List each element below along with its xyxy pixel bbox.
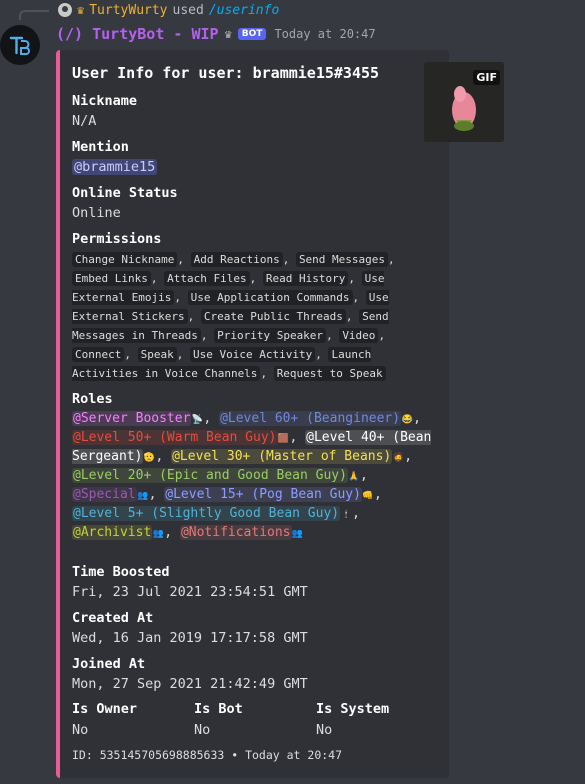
field-name-is-system: Is System xyxy=(316,701,390,717)
field-value-online-status: Online xyxy=(72,205,121,221)
reply-context[interactable]: ♛ TurtyWurty used /userinfo xyxy=(58,1,279,19)
field-value-is-system: No xyxy=(316,722,333,738)
permission-item: Request to Speak xyxy=(273,366,386,381)
crown-icon: ♛ xyxy=(77,3,85,17)
field-value-time-boosted: Fri, 23 Jul 2021 23:54:51 GMT xyxy=(72,584,308,600)
role-emoji-icon: 😂 xyxy=(401,415,413,425)
permission-item: Send Messages xyxy=(295,252,389,267)
role-emoji-icon: 👥 xyxy=(291,529,304,539)
field-name-created-at: Created At xyxy=(72,610,154,626)
permission-item: Change Nickname xyxy=(72,252,178,267)
role-mention[interactable]: @Server Booster xyxy=(72,411,192,426)
bot-avatar[interactable] xyxy=(0,25,40,65)
role-mention[interactable]: @Level 5+ (Slightly Good Bean Guy) xyxy=(72,506,341,521)
permission-item: Speak xyxy=(137,347,177,362)
permission-item: Embed Links xyxy=(72,271,151,286)
permission-item: Use Application Commands xyxy=(187,290,353,305)
role-mention[interactable]: @Level 50+ (Warm Bean Guy) xyxy=(72,430,278,445)
reply-username[interactable]: TurtyWurty xyxy=(89,3,167,18)
role-mention[interactable]: @Level 15+ (Pog Bean Guy) xyxy=(164,487,362,502)
field-name-joined-at: Joined At xyxy=(72,656,146,672)
message-header: (/) TurtyBot - WIP ♛ BOT Today at 20:47 xyxy=(56,24,376,44)
crown-icon: ♛ xyxy=(224,27,232,41)
permission-item: Video xyxy=(339,328,379,343)
bot-tag-badge: BOT xyxy=(237,28,267,40)
role-mention[interactable]: @Level 60+ (Beangineer) xyxy=(219,411,402,426)
field-value-is-bot: No xyxy=(194,722,211,738)
embed-title: User Info for user: brammie15#3455 xyxy=(72,64,380,82)
user-avatar-mini-icon[interactable] xyxy=(58,3,72,17)
role-mention[interactable]: @Level 20+ (Epic and Good Bean Guy) xyxy=(72,468,348,483)
role-emoji-icon: 👊 xyxy=(362,491,374,501)
permission-item: Priority Speaker xyxy=(214,328,327,343)
gif-badge: GIF xyxy=(473,70,500,85)
permission-item: Read History xyxy=(262,271,349,286)
role-emoji-icon: 👥 xyxy=(137,491,149,501)
permission-item: Use Voice Activity xyxy=(189,347,316,362)
reply-used-text: used xyxy=(172,2,204,18)
field-name-time-boosted: Time Boosted xyxy=(72,564,170,580)
role-mention[interactable]: @Notifications xyxy=(179,525,292,540)
permission-item: Attach Files xyxy=(164,271,250,286)
role-emoji-icon: 📡 xyxy=(191,415,204,425)
reply-connector-line xyxy=(19,10,49,20)
field-name-is-bot: Is Bot xyxy=(194,701,243,717)
reply-command[interactable]: /userinfo xyxy=(209,3,279,18)
field-value-created-at: Wed, 16 Jan 2019 17:17:58 GMT xyxy=(72,630,308,646)
permission-item: Connect xyxy=(72,347,125,362)
field-value-nickname: N/A xyxy=(72,113,97,129)
field-value-mention: @brammie15 xyxy=(72,159,158,175)
bot-name[interactable]: (/) TurtyBot - WIP xyxy=(56,25,219,43)
role-mention[interactable]: @Archivist xyxy=(72,525,153,540)
role-emoji-icon: 🕯 xyxy=(344,510,348,520)
roles-list: @Server Booster📡, @Level 60+ (Beangineer… xyxy=(72,410,432,543)
message-timestamp: Today at 20:47 xyxy=(274,27,376,41)
permissions-list: Change Nickname, Add Reactions, Send Mes… xyxy=(72,252,395,381)
permission-item: Create Public Threads xyxy=(200,309,346,324)
embed-thumbnail[interactable]: GIF xyxy=(424,62,504,142)
role-emoji-icon: 🧔 xyxy=(392,453,404,463)
role-mention[interactable]: @Level 30+ (Master of Beans) xyxy=(171,449,393,464)
role-emoji-icon: 👥 xyxy=(152,529,164,539)
role-emoji-icon: 🙏 xyxy=(348,472,360,482)
user-mention[interactable]: @brammie15 xyxy=(72,159,158,175)
field-name-nickname: Nickname xyxy=(72,93,138,109)
embed-footer: ID: 535145705698885633 • Today at 20:47 xyxy=(72,748,343,762)
field-name-online-status: Online Status xyxy=(72,185,178,201)
field-name-permissions: Permissions xyxy=(72,231,162,247)
role-mention[interactable]: @Special xyxy=(72,487,137,502)
permission-item: Add Reactions xyxy=(190,252,283,267)
tb-logo-icon xyxy=(9,36,30,55)
field-value-is-owner: No xyxy=(72,722,89,738)
field-name-mention: Mention xyxy=(72,139,129,155)
field-name-is-owner: Is Owner xyxy=(72,701,138,717)
role-emoji-icon: 🫡 xyxy=(143,453,156,463)
role-emoji-icon: 🟫 xyxy=(277,434,290,444)
field-name-roles: Roles xyxy=(72,391,113,407)
field-value-joined-at: Mon, 27 Sep 2021 21:42:49 GMT xyxy=(72,676,308,692)
